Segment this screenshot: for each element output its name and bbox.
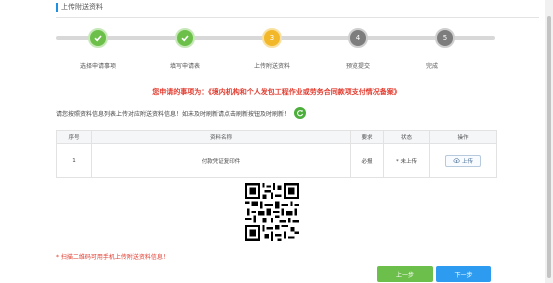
step-5-marker: 5 (435, 28, 455, 48)
step-3-label: 上传附送资料 (253, 63, 290, 70)
scrollbar-thumb[interactable] (547, 16, 551, 278)
col-requirement: 要求 (350, 130, 384, 144)
divider (56, 17, 539, 18)
step-2-marker (175, 28, 195, 48)
row-requirement: 必报 (350, 143, 384, 178)
title-accent-bar (56, 2, 58, 12)
row-name: 付款凭证复印件 (91, 143, 351, 178)
step-4-marker: 4 (348, 28, 368, 48)
selected-item-notice: 您申请的事项为：《境内机构和个人发包工程作业或劳务合同款项支付情况备案》 (152, 88, 401, 96)
refresh-button[interactable] (294, 107, 307, 119)
step-5-label: 完成 (425, 63, 438, 70)
col-index: 序号 (56, 130, 92, 144)
check-icon (181, 35, 189, 42)
row-status: * 未上传 (383, 143, 430, 178)
qr-code (245, 183, 299, 241)
step-2-label: 填写申请表 (169, 63, 200, 70)
row-index: 1 (56, 143, 92, 178)
qr-tip: * 扫描二维码可用手机上传附送资料信息！ (56, 254, 169, 261)
attachments-table: 序号 资料名称 要求 状态 操作 1 付款凭证复印件 必报 * 未上传 上传 (56, 130, 497, 178)
upload-hint-text: 请您按照资料信息列表上传对应附送资料信息！如未及时刷新请点击刷新按钮及时刷新！ (56, 110, 291, 118)
check-icon (94, 35, 102, 42)
row-action: 上传 (429, 143, 497, 178)
step-4-label: 预览提交 (345, 63, 370, 70)
upload-hint: 请您按照资料信息列表上传对应附送资料信息！如未及时刷新请点击刷新按钮及时刷新！ (56, 107, 307, 119)
upload-button[interactable]: 上传 (444, 154, 481, 167)
table-row: 1 付款凭证复印件 必报 * 未上传 上传 (56, 143, 497, 178)
status-text: 未上传 (400, 158, 417, 165)
section-header: 上传附送资料 (56, 2, 103, 12)
prev-step-button[interactable]: 上一步 (377, 266, 433, 282)
col-name: 资料名称 (91, 130, 351, 144)
step-1-marker (88, 28, 108, 48)
step-3-marker: 3 (262, 28, 282, 48)
table-header-row: 序号 资料名称 要求 状态 操作 (56, 130, 497, 144)
section-title: 上传附送资料 (61, 3, 103, 11)
col-status: 状态 (383, 130, 430, 144)
cloud-upload-icon (453, 158, 460, 164)
step-1-label: 选择申请事项 (79, 63, 116, 70)
next-step-button[interactable]: 下一步 (436, 266, 491, 282)
col-action: 操作 (429, 130, 497, 144)
upload-button-label: 上传 (461, 158, 473, 165)
refresh-icon (297, 110, 304, 117)
